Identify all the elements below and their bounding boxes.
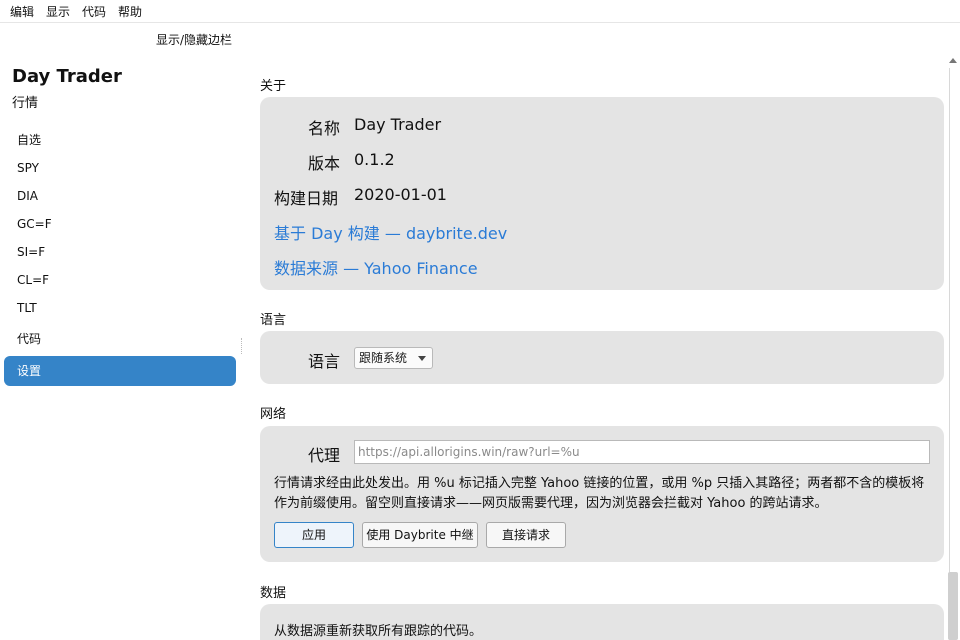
language-label: 语言	[308, 352, 341, 371]
app-name-label: 名称	[308, 119, 341, 138]
sidebar-item-si[interactable]: SI=F	[4, 238, 236, 266]
version-value: 0.1.2	[354, 150, 395, 169]
sidebar-item-dia[interactable]: DIA	[4, 182, 236, 210]
language-section-title: 语言	[260, 313, 287, 328]
sidebar-item-settings[interactable]: 设置	[4, 356, 236, 386]
use-daybrite-relay-button[interactable]: 使用 Daybrite 中继	[362, 522, 478, 548]
build-date-label: 构建日期	[274, 189, 339, 208]
proxy-label: 代理	[308, 446, 341, 465]
settings-page: 关于 名称 Day Trader 版本 0.1.2 构建日期 2020-01-0…	[260, 56, 944, 640]
language-select[interactable]: 跟随系统	[354, 347, 433, 369]
data-card: 从数据源重新获取所有跟踪的代码。	[260, 604, 944, 640]
sidebar-item-cl[interactable]: CL=F	[4, 266, 236, 294]
menu-divider	[0, 22, 960, 23]
app-title: Day Trader	[12, 66, 122, 87]
scroll-up-arrow-icon[interactable]	[949, 58, 957, 63]
apply-button[interactable]: 应用	[274, 522, 354, 548]
scroll-track[interactable]	[949, 68, 957, 640]
language-select-value: 跟随系统	[359, 351, 408, 365]
sidebar-item-symbols[interactable]: 代码	[4, 325, 236, 353]
version-label: 版本	[308, 154, 341, 173]
sidebar-list: 自选 SPY DIA GC=F SI=F CL=F TLT 代码 设置	[4, 126, 236, 386]
direct-request-button[interactable]: 直接请求	[486, 522, 566, 548]
data-source-link[interactable]: 数据来源 — Yahoo Finance	[274, 255, 478, 279]
sidebar-item-spy[interactable]: SPY	[4, 154, 236, 182]
scroll-thumb[interactable]	[948, 572, 958, 640]
proxy-input[interactable]	[354, 440, 930, 464]
menu-edit[interactable]: 编辑	[4, 3, 40, 20]
about-card: 名称 Day Trader 版本 0.1.2 构建日期 2020-01-01 基…	[260, 97, 944, 290]
network-card: 代理 行情请求经由此处发出。用 %u 标记插入完整 Yahoo 链接的位置，或用…	[260, 426, 944, 562]
sidebar-section-title: 行情	[12, 96, 39, 111]
language-card: 语言 跟随系统	[260, 331, 944, 384]
sidebar: Day Trader 行情 自选 SPY DIA GC=F SI=F CL=F …	[0, 56, 244, 640]
chevron-down-icon	[418, 356, 426, 361]
network-section-title: 网络	[260, 407, 287, 422]
content-scrollbar[interactable]	[946, 56, 960, 640]
built-on-link[interactable]: 基于 Day 构建 — daybrite.dev	[274, 220, 507, 244]
pane-splitter-handle[interactable]	[241, 338, 243, 354]
menu-help[interactable]: 帮助	[112, 3, 148, 20]
refetch-description: 从数据源重新获取所有跟踪的代码。	[274, 624, 483, 639]
data-section-title: 数据	[260, 586, 287, 601]
toggle-sidebar-button[interactable]: 显示/隐藏边栏	[156, 31, 232, 48]
menu-code[interactable]: 代码	[76, 3, 112, 20]
about-section-title: 关于	[260, 79, 287, 94]
build-date-value: 2020-01-01	[354, 185, 447, 204]
menu-bar: 编辑 显示 代码 帮助	[0, 0, 960, 22]
app-name-value: Day Trader	[354, 115, 442, 134]
proxy-help-text: 行情请求经由此处发出。用 %u 标记插入完整 Yahoo 链接的位置，或用 %p…	[274, 476, 925, 511]
sidebar-item-gc[interactable]: GC=F	[4, 210, 236, 238]
sidebar-item-tlt[interactable]: TLT	[4, 294, 236, 322]
sidebar-item-watchlist[interactable]: 自选	[4, 126, 236, 154]
menu-view[interactable]: 显示	[40, 3, 76, 20]
